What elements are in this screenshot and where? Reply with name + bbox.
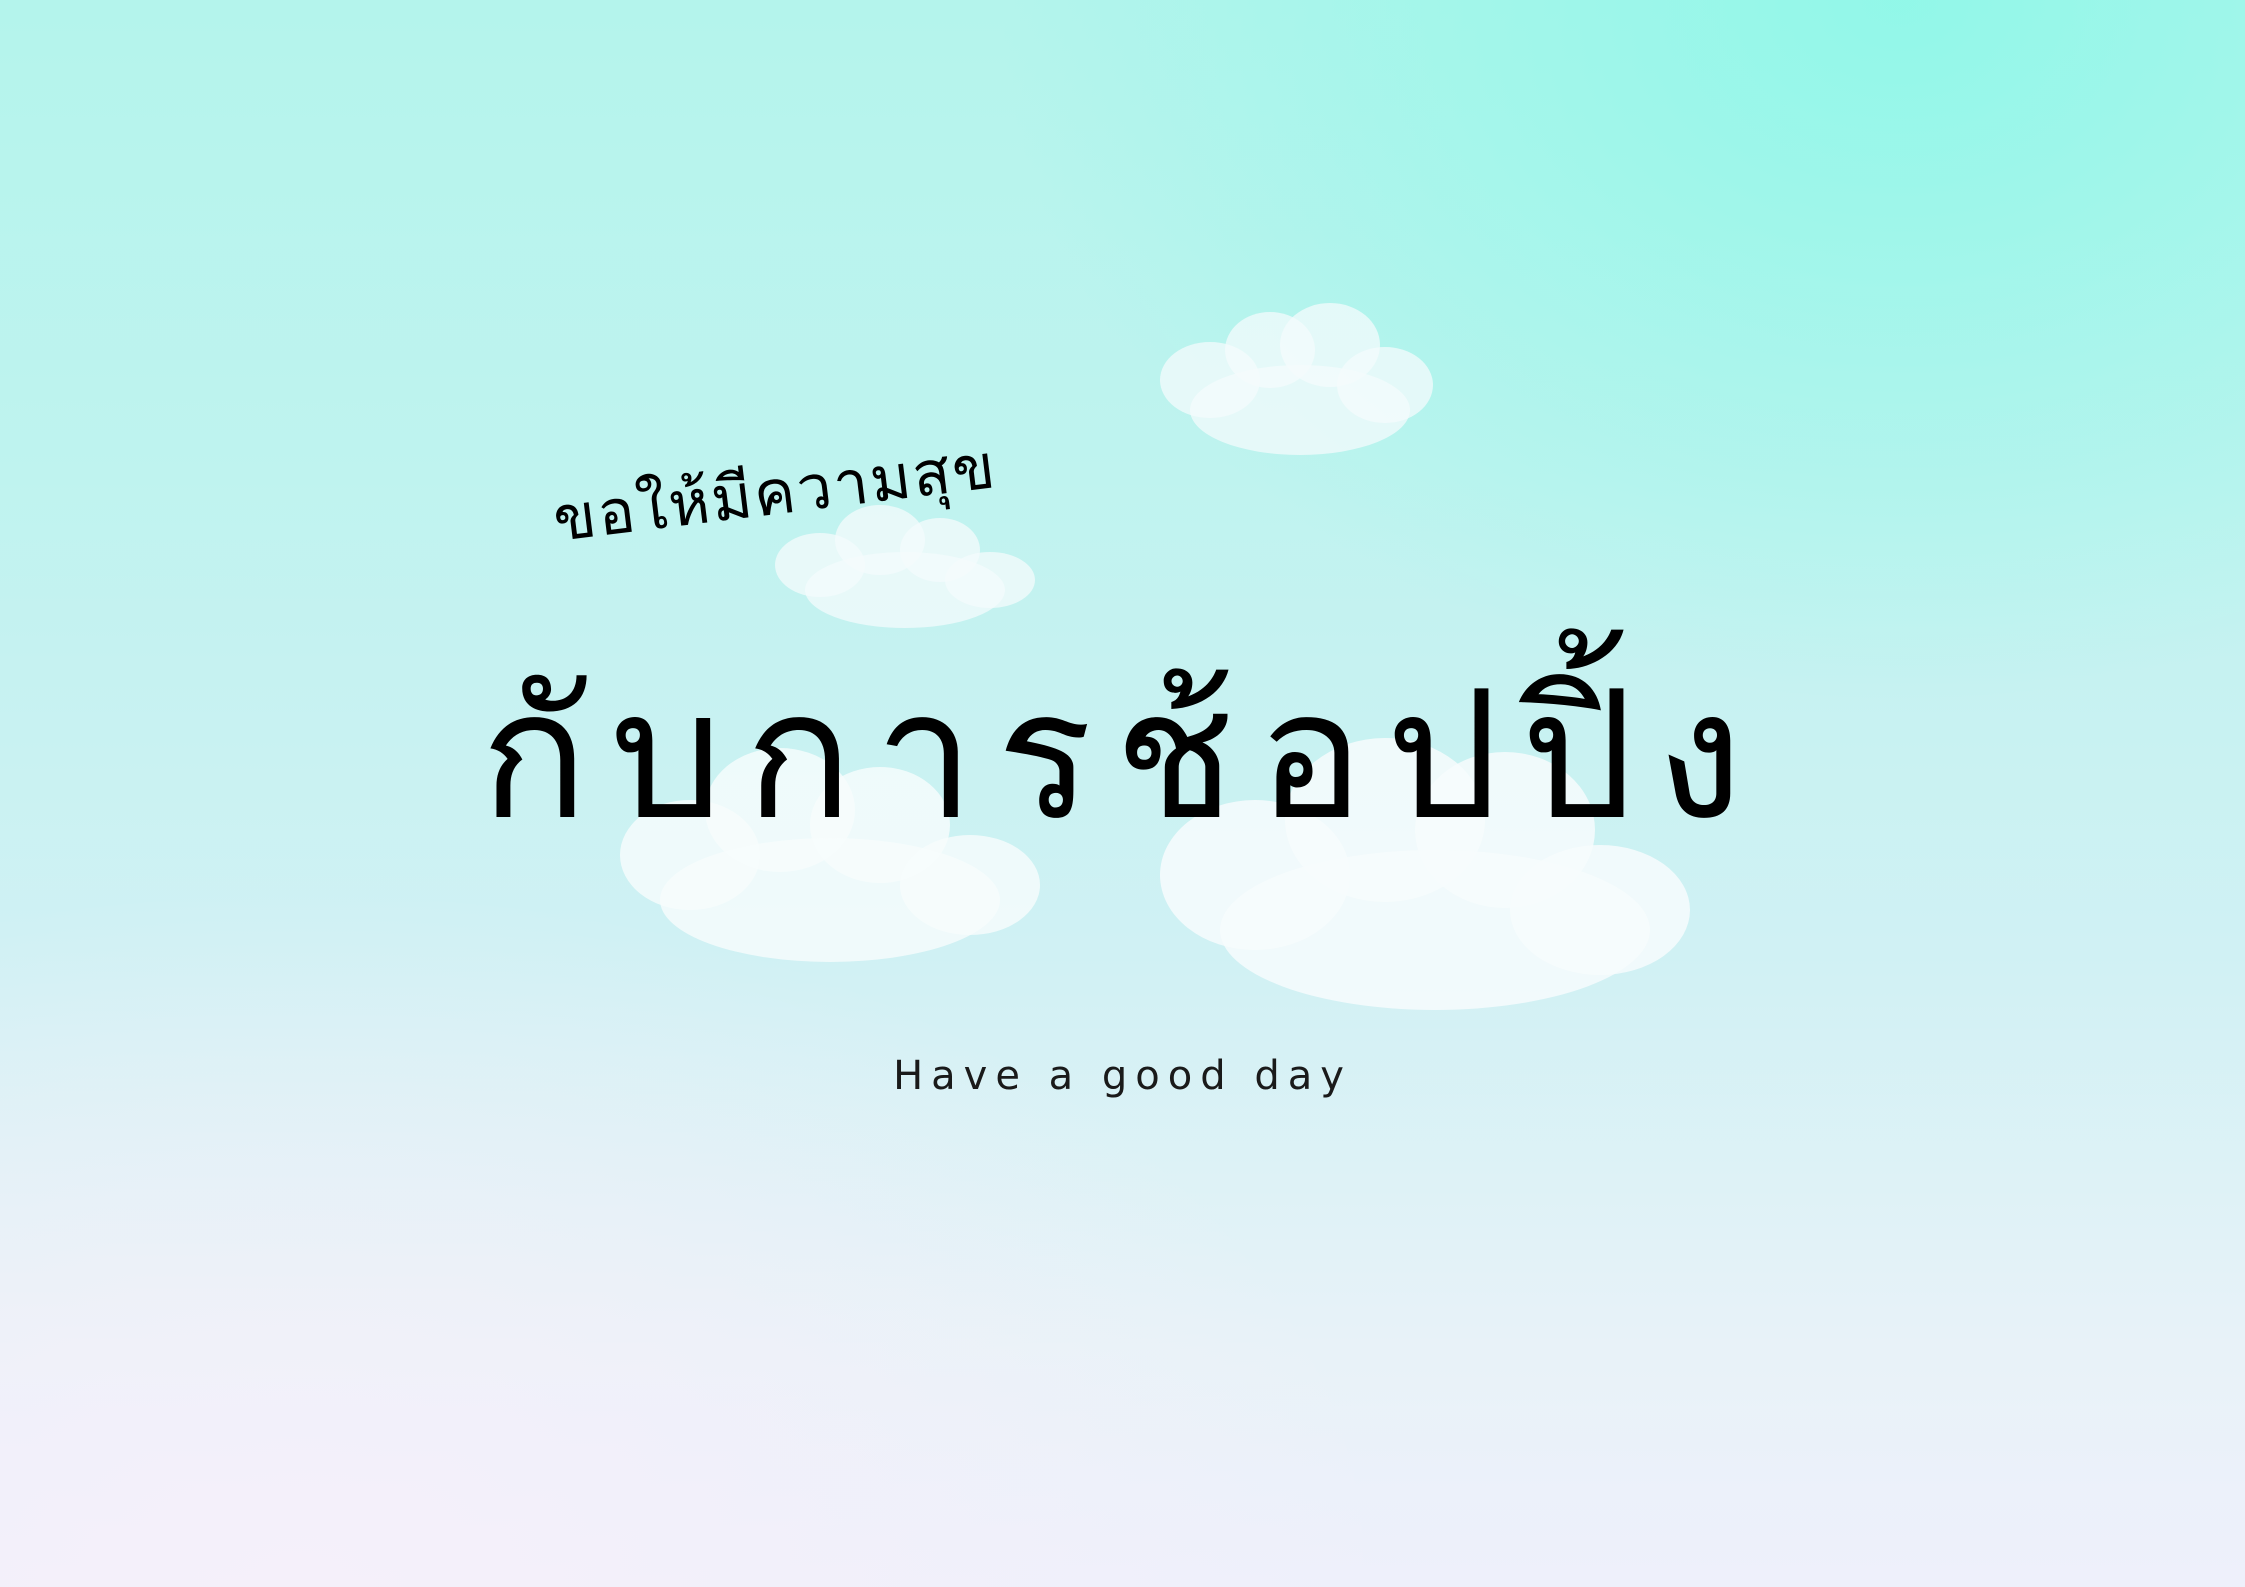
page-title: กับการช้อปปิ้ง (480, 652, 1765, 859)
greeting-card-page: { "card": { "headline": "ขอให้มีความสุข"… (0, 0, 2245, 1587)
subtitle-text: Have a good day (893, 1053, 1352, 1099)
cloud-icon (1160, 303, 1433, 455)
